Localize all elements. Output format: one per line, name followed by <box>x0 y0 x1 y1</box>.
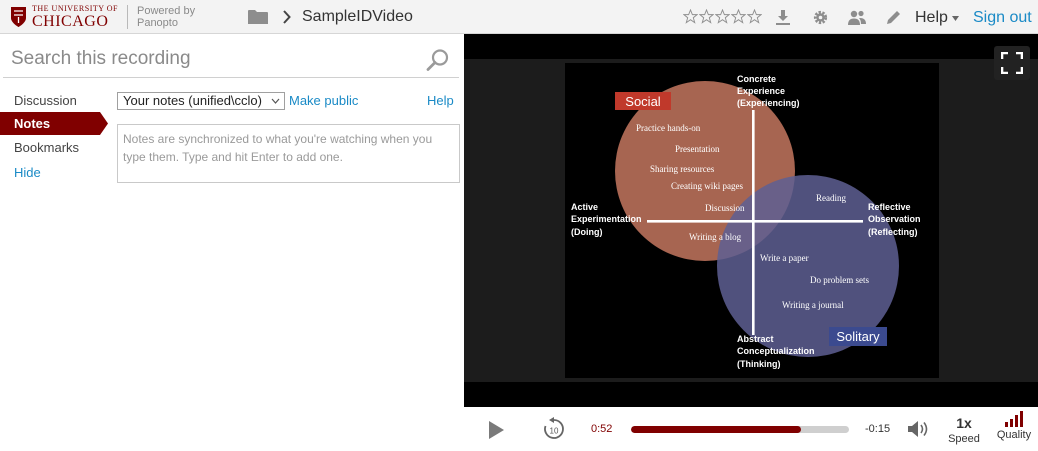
horizontal-axis <box>647 220 863 223</box>
hide-panel-link[interactable]: Hide <box>0 162 107 184</box>
help-menu[interactable]: Help <box>915 9 959 27</box>
star-icon[interactable] <box>683 9 698 24</box>
university-wordmark: THE UNIVERSITY OF CHICAGO <box>32 3 118 30</box>
logo-divider <box>126 5 128 29</box>
quality-button[interactable]: Quality <box>994 411 1034 441</box>
star-icon[interactable] <box>699 9 714 24</box>
make-public-link[interactable]: Make public <box>289 93 358 108</box>
axis-right-3: (Reflecting) <box>868 227 918 237</box>
logo-big-text: CHICAGO <box>32 12 109 30</box>
chevron-right-icon <box>283 10 291 24</box>
help-menu-label: Help <box>915 9 948 26</box>
axis-bottom-3: (Thinking) <box>737 359 781 369</box>
pencil-icon[interactable] <box>885 9 901 26</box>
learning-styles-slide: Social Solitary Concrete Experience (Exp… <box>565 63 939 378</box>
elapsed-time: 0:52 <box>591 423 613 435</box>
axis-right-2: Observation <box>868 214 921 224</box>
search-icon[interactable] <box>426 48 450 72</box>
social-item: Writing a blog <box>689 232 742 242</box>
solitary-item: Do problem sets <box>810 275 869 285</box>
video-frame[interactable]: Social Solitary Concrete Experience (Exp… <box>464 59 1038 382</box>
solitary-item: Write a paper <box>760 253 809 263</box>
social-label: Social <box>625 94 661 109</box>
side-panel: Discussion Notes Bookmarks Hide Your not… <box>0 34 464 451</box>
solitary-item: Writing a journal <box>782 300 844 310</box>
solitary-label: Solitary <box>836 329 880 344</box>
vertical-axis <box>752 110 755 335</box>
sign-out-link[interactable]: Sign out <box>973 9 1032 27</box>
axis-top-2: Experience <box>737 86 785 96</box>
play-icon[interactable] <box>486 420 506 440</box>
social-item: Discussion <box>705 203 745 213</box>
powered-by-line-2: Panopto <box>136 17 178 29</box>
remaining-time: -0:15 <box>865 423 891 435</box>
video-title: SampleIDVideo <box>302 8 413 25</box>
solitary-item: Reading <box>816 193 846 203</box>
social-item: Presentation <box>675 144 720 154</box>
chevron-down-icon <box>271 98 280 104</box>
quality-label: Quality <box>996 429 1032 441</box>
social-item: Creating wiki pages <box>671 181 743 191</box>
social-item: Sharing resources <box>650 164 715 174</box>
download-icon[interactable] <box>775 9 791 26</box>
people-icon[interactable] <box>847 9 867 26</box>
panopto-viewer: THE UNIVERSITY OF CHICAGO Powered by Pan… <box>0 0 1038 451</box>
top-bar: THE UNIVERSITY OF CHICAGO Powered by Pan… <box>0 0 1038 34</box>
speed-value: 1x <box>956 415 972 431</box>
notes-input[interactable] <box>117 124 460 183</box>
volume-icon[interactable] <box>906 419 932 439</box>
speed-button[interactable]: 1x Speed <box>946 415 982 445</box>
fullscreen-icon <box>1001 52 1023 74</box>
fullscreen-button[interactable] <box>994 46 1030 80</box>
player-controls: 10 0:52 -0:15 1x Speed Quality <box>464 407 1038 451</box>
video-player[interactable]: Social Solitary Concrete Experience (Exp… <box>464 34 1038 407</box>
star-icon[interactable] <box>715 9 730 24</box>
axis-right-1: Reflective <box>868 202 911 212</box>
social-item: Practice hands-on <box>636 123 701 133</box>
tab-bookmarks[interactable]: Bookmarks <box>0 137 107 159</box>
university-logo[interactable]: THE UNIVERSITY OF CHICAGO Powered by Pan… <box>10 4 195 30</box>
axis-bottom-2: Conceptualization <box>737 346 815 356</box>
rating-stars[interactable] <box>683 9 762 24</box>
axis-bottom-1: Abstract <box>737 334 774 344</box>
rewind-seconds: 10 <box>550 427 559 436</box>
star-icon[interactable] <box>747 9 762 24</box>
search-input[interactable] <box>11 46 411 72</box>
folder-icon[interactable] <box>247 9 269 25</box>
notes-help-link[interactable]: Help <box>427 93 454 108</box>
axis-left-2: Experimentation <box>571 214 642 224</box>
logo-small-text: THE UNIVERSITY OF <box>32 3 118 13</box>
star-icon[interactable] <box>731 9 746 24</box>
signal-bars-icon <box>1005 411 1023 427</box>
axis-top-3: (Experiencing) <box>737 98 800 108</box>
powered-by-line-1: Powered by <box>136 5 196 17</box>
speed-label: Speed <box>948 433 980 445</box>
powered-by: Powered by Panopto <box>137 5 195 29</box>
notes-channel-select[interactable]: Your notes (unified\cclo) <box>117 92 285 110</box>
gear-icon[interactable] <box>812 9 829 26</box>
progress-fill <box>631 426 802 433</box>
notes-channel-value: Your notes (unified\cclo) <box>123 93 262 108</box>
tab-discussion[interactable]: Discussion <box>0 90 107 112</box>
progress-bar[interactable] <box>631 426 849 433</box>
search-box <box>3 40 459 78</box>
tab-notes[interactable]: Notes <box>0 112 108 135</box>
shield-icon <box>11 7 26 27</box>
axis-left-1: Active <box>571 202 598 212</box>
axis-top-1: Concrete <box>737 74 776 84</box>
axis-left-3: (Doing) <box>571 227 603 237</box>
rewind-10-icon[interactable]: 10 <box>542 417 566 441</box>
caret-down-icon <box>951 15 959 21</box>
